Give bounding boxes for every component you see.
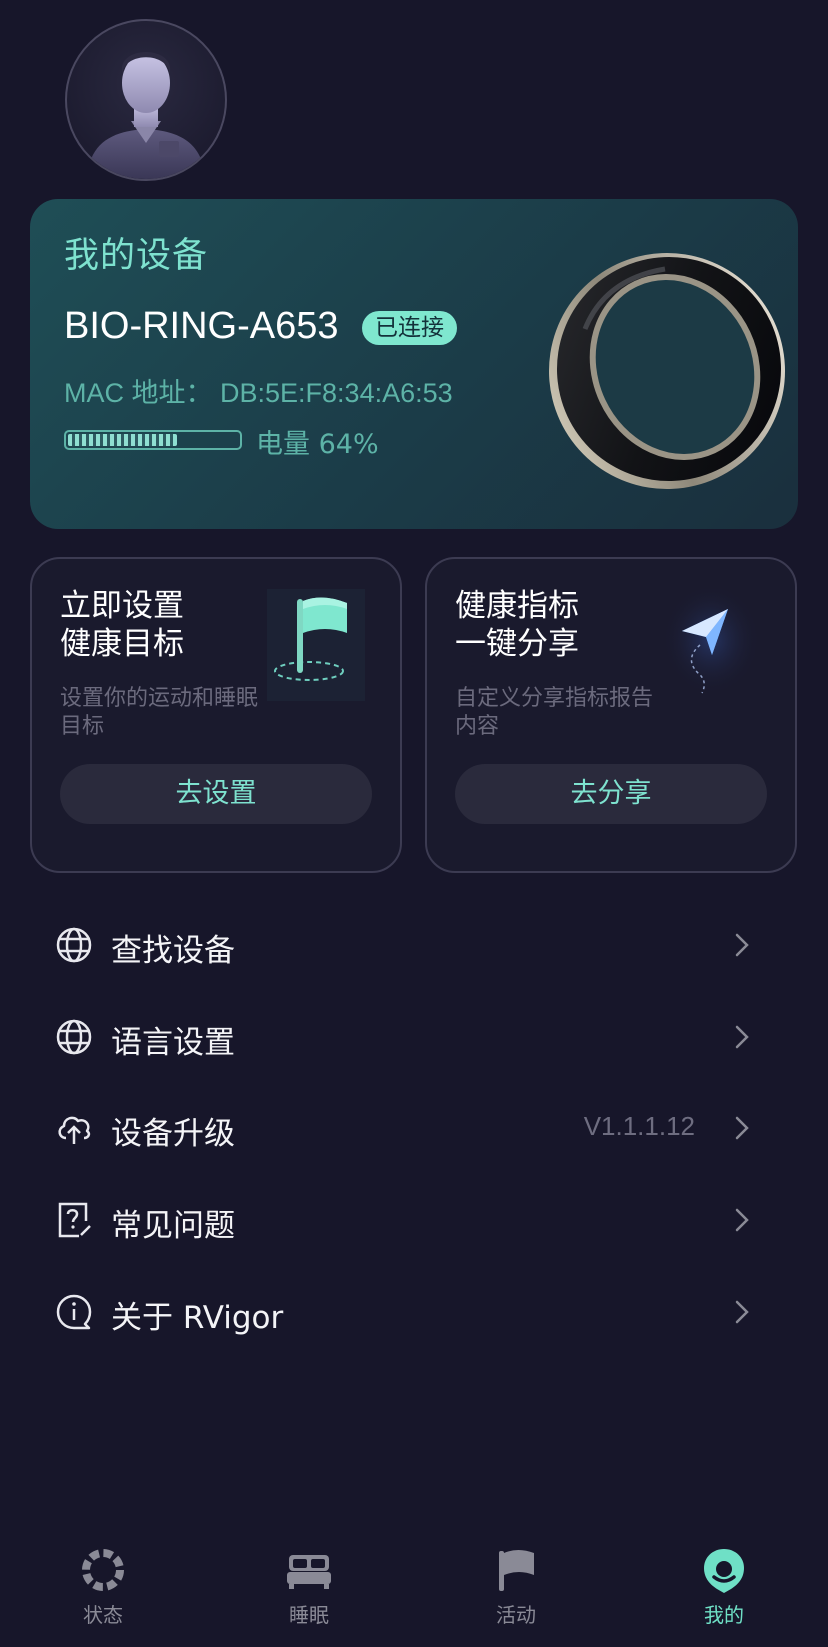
nav-tab-status[interactable]: 状态 — [43, 1545, 163, 1635]
paper-plane-share-icon — [662, 589, 760, 701]
chevron-right-icon — [735, 1300, 749, 1324]
battery-bar-fill — [68, 434, 177, 446]
user-avatar[interactable] — [65, 19, 227, 181]
globe-icon — [56, 927, 92, 963]
nav-tab-activity[interactable]: 活动 — [456, 1545, 576, 1635]
menu-device-upgrade[interactable]: 设备升级 V1.1.1.12 — [55, 1098, 755, 1158]
nav-sleep-label: 睡眠 — [289, 1603, 329, 1627]
menu-about[interactable]: 关于 RVigor — [55, 1282, 755, 1342]
device-card-title: 我的设备 — [64, 236, 209, 276]
nav-mine-label: 我的 — [704, 1603, 744, 1627]
go-set-goal-button[interactable]: 去设置 — [60, 764, 372, 824]
info-icon — [56, 1294, 92, 1330]
menu-language-label: 语言设置 — [111, 1025, 235, 1061]
health-goal-title: 立即设置 健康目标 — [60, 588, 184, 662]
health-share-title: 健康指标 一键分享 — [455, 588, 579, 662]
flag-goal-icon — [267, 589, 365, 701]
question-document-icon — [58, 1202, 91, 1238]
device-name: BIO-RING-A653 — [64, 305, 339, 347]
nav-tab-mine[interactable]: 我的 — [664, 1545, 784, 1635]
connection-status-badge: 已连接 — [362, 311, 457, 345]
chevron-right-icon — [735, 1025, 749, 1049]
battery-bar — [64, 430, 242, 450]
firmware-version: V1.1.1.12 — [583, 1111, 695, 1141]
device-mac-address: MAC 地址： DB:5E:F8:34:A6:53 — [64, 378, 453, 408]
flag-icon — [499, 1550, 534, 1591]
health-share-card[interactable]: 健康指标 一键分享 自定义分享指标报告 内容 去分享 — [425, 557, 797, 873]
menu-about-label: 关于 RVigor — [111, 1300, 284, 1336]
menu-faq-label: 常见问题 — [111, 1208, 235, 1244]
battery-label: 电量 64% — [256, 429, 379, 460]
menu-find-device-label: 查找设备 — [111, 933, 235, 969]
nav-tab-sleep[interactable]: 睡眠 — [249, 1545, 369, 1635]
menu-language-settings[interactable]: 语言设置 — [55, 1007, 755, 1067]
health-goal-subtitle: 设置你的运动和睡眠 目标 — [60, 686, 259, 739]
menu-faq[interactable]: 常见问题 — [55, 1190, 755, 1250]
menu-find-device[interactable]: 查找设备 — [55, 915, 755, 975]
user-silhouette-icon — [87, 52, 205, 179]
chevron-right-icon — [735, 1208, 749, 1232]
nav-status-label: 状态 — [83, 1603, 123, 1627]
status-ring-icon — [82, 1549, 124, 1591]
my-device-card[interactable]: 我的设备 BIO-RING-A653 已连接 MAC 地址： DB:5E:F8:… — [30, 199, 798, 529]
nav-activity-label: 活动 — [496, 1603, 536, 1627]
profile-face-icon — [704, 1549, 744, 1593]
globe-icon — [56, 1019, 92, 1055]
chevron-right-icon — [735, 1116, 749, 1140]
go-share-button[interactable]: 去分享 — [455, 764, 767, 824]
chevron-right-icon — [735, 933, 749, 957]
smart-ring-image — [549, 253, 785, 489]
cloud-upload-icon — [58, 1116, 91, 1144]
health-goal-card[interactable]: 立即设置 健康目标 设置你的运动和睡眠 目标 去设置 — [30, 557, 402, 873]
menu-upgrade-label: 设备升级 — [111, 1116, 235, 1152]
bed-icon — [287, 1555, 331, 1589]
health-share-subtitle: 自定义分享指标报告 内容 — [455, 686, 654, 739]
